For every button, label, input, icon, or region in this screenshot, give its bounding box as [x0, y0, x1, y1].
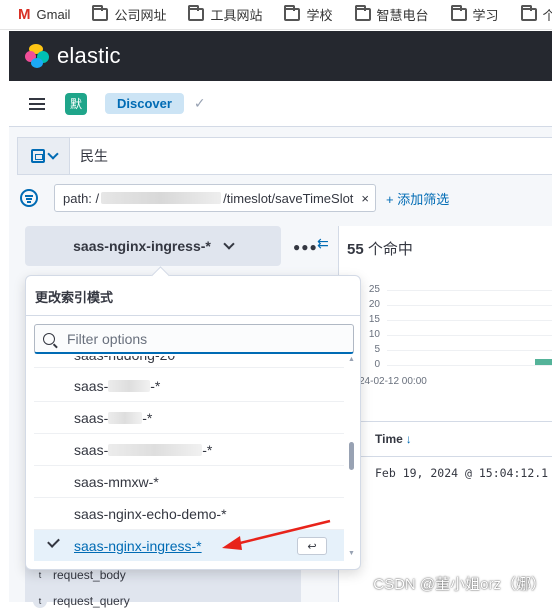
brand-name: elastic [57, 43, 121, 69]
bookmark-folder[interactable]: 学习 [451, 5, 499, 24]
elastic-header: elastic [9, 31, 552, 81]
redacted-text [108, 412, 142, 424]
option-item[interactable]: saas- -* [34, 402, 344, 434]
more-options-icon[interactable]: ●●● [293, 240, 318, 254]
folder-icon [355, 8, 371, 21]
watermark: CSDN @董小姐orz（娜） [373, 573, 546, 594]
gridline [387, 350, 552, 351]
table-cell-time: Feb 19, 2024 @ 15:04:12.1 [375, 466, 548, 480]
add-filter-button[interactable]: + 添加筛选 [386, 189, 449, 208]
space-avatar[interactable]: 默 [65, 93, 87, 115]
filter-pill-suffix: /timeslot/saveTimeSlot [223, 191, 353, 206]
gridline [387, 305, 552, 306]
option-item[interactable]: saas- -* [34, 434, 344, 466]
folder-icon [284, 8, 300, 21]
option-label-suffix: -* [142, 410, 152, 426]
breadcrumb-discover[interactable]: Discover [105, 93, 184, 114]
string-type-icon: t [33, 568, 47, 582]
index-pattern-label: saas-nginx-ingress-* [73, 238, 211, 254]
option-label-suffix: -* [202, 442, 212, 458]
gridline [387, 335, 552, 336]
x-tick-label: 24-02-12 00:00 [359, 376, 427, 387]
filter-pill-prefix: path: / [63, 191, 99, 206]
save-icon [31, 149, 45, 163]
folder-icon [521, 8, 537, 21]
index-pattern-button[interactable]: saas-nginx-ingress-* [25, 226, 281, 266]
gridline [387, 365, 552, 366]
popover-title: 更改索引模式 [35, 287, 113, 306]
bookmark-label: 学校 [306, 5, 332, 24]
option-label: saas- [74, 410, 108, 426]
bookmark-label: 工具网站 [210, 5, 262, 24]
redacted-text [108, 444, 202, 456]
chevron-down-icon [47, 148, 58, 159]
divider [26, 315, 360, 316]
check-icon: ✓ [194, 95, 206, 112]
scroll-up-icon[interactable]: ▲ [348, 356, 354, 363]
option-label: saas- [74, 442, 108, 458]
bookmark-folder[interactable]: 学校 [284, 5, 332, 24]
app-nav-bar: 默 Discover ✓ [9, 81, 552, 127]
folder-icon [451, 8, 467, 21]
close-icon[interactable]: × [361, 191, 369, 206]
gridline [387, 320, 552, 321]
redacted-text [101, 192, 221, 204]
folder-icon [188, 8, 204, 21]
string-type-icon: t [33, 594, 47, 608]
bookmark-folder[interactable]: 公司网址 [92, 5, 166, 24]
bookmark-gmail[interactable]: M Gmail [18, 6, 70, 23]
scrollbar[interactable]: ▲ ▼ [347, 356, 354, 561]
check-icon [47, 535, 60, 548]
field-name: request_body [53, 568, 126, 582]
collapse-sidebar-icon[interactable]: ⇇ [317, 235, 329, 252]
bookmark-folder[interactable]: 工具网站 [188, 5, 262, 24]
filter-menu-icon[interactable] [20, 189, 38, 207]
results-panel: 55 个命中 2520151050 24-02-12 00:00 Time ↓ … [338, 226, 552, 602]
filter-pill[interactable]: path: / /timeslot/saveTimeSlot × [54, 184, 376, 212]
option-item[interactable]: saas-hudong-20 [34, 356, 344, 368]
search-icon [43, 333, 55, 345]
hit-count: 55 个命中 [347, 238, 413, 259]
gridline [387, 290, 552, 291]
bookmark-label: 智慧电台 [377, 5, 429, 24]
scroll-down-icon[interactable]: ▼ [348, 550, 354, 557]
option-label: saas-hudong-20 [74, 356, 175, 363]
field-item[interactable]: t request_query [33, 592, 130, 610]
bookmark-label: 学习 [473, 5, 499, 24]
option-label-suffix: -* [150, 378, 160, 394]
redacted-text [108, 380, 150, 392]
elastic-logo-icon[interactable] [25, 44, 49, 68]
filter-row: path: / /timeslot/saveTimeSlot × + 添加筛选 [17, 182, 552, 214]
bookmark-label: 公司网址 [114, 5, 166, 24]
option-label: saas- [74, 378, 108, 394]
table-header-time[interactable]: Time ↓ [339, 421, 552, 457]
bookmark-folder[interactable]: 智慧电台 [355, 5, 429, 24]
option-label: saas-nginx-echo-demo-* [74, 506, 227, 522]
filter-options-input[interactable] [67, 331, 317, 347]
bookmark-label: 个 [543, 5, 552, 24]
option-label: saas-mmxw-* [74, 474, 159, 490]
option-label: saas-nginx-ingress-* [74, 538, 202, 554]
histogram-bar[interactable] [535, 359, 552, 365]
bookmark-label: Gmail [37, 7, 71, 22]
menu-icon[interactable] [29, 98, 45, 110]
annotation-arrow [220, 518, 335, 554]
chevron-down-icon [223, 238, 234, 249]
option-item[interactable]: saas- -* [34, 370, 344, 402]
gmail-icon: M [18, 6, 31, 23]
filter-options-field[interactable] [34, 324, 354, 354]
option-item[interactable]: saas-mmxw-* [34, 466, 344, 498]
bookmark-folder[interactable]: 个 [521, 5, 552, 24]
sort-desc-icon[interactable]: ↓ [406, 432, 412, 446]
query-input[interactable]: 民生 [70, 146, 108, 166]
scrollbar-thumb[interactable] [349, 442, 354, 470]
folder-icon [92, 8, 108, 21]
hit-count-number: 55 [347, 241, 364, 258]
query-bar: 民生 [17, 137, 552, 175]
hit-count-label: 个命中 [364, 241, 413, 258]
field-name: request_query [53, 594, 130, 608]
column-label: Time [375, 432, 403, 446]
saved-query-button[interactable] [18, 138, 70, 174]
bookmarks-bar: M Gmail 公司网址 工具网站 学校 智慧电台 学习 个 [0, 0, 552, 30]
